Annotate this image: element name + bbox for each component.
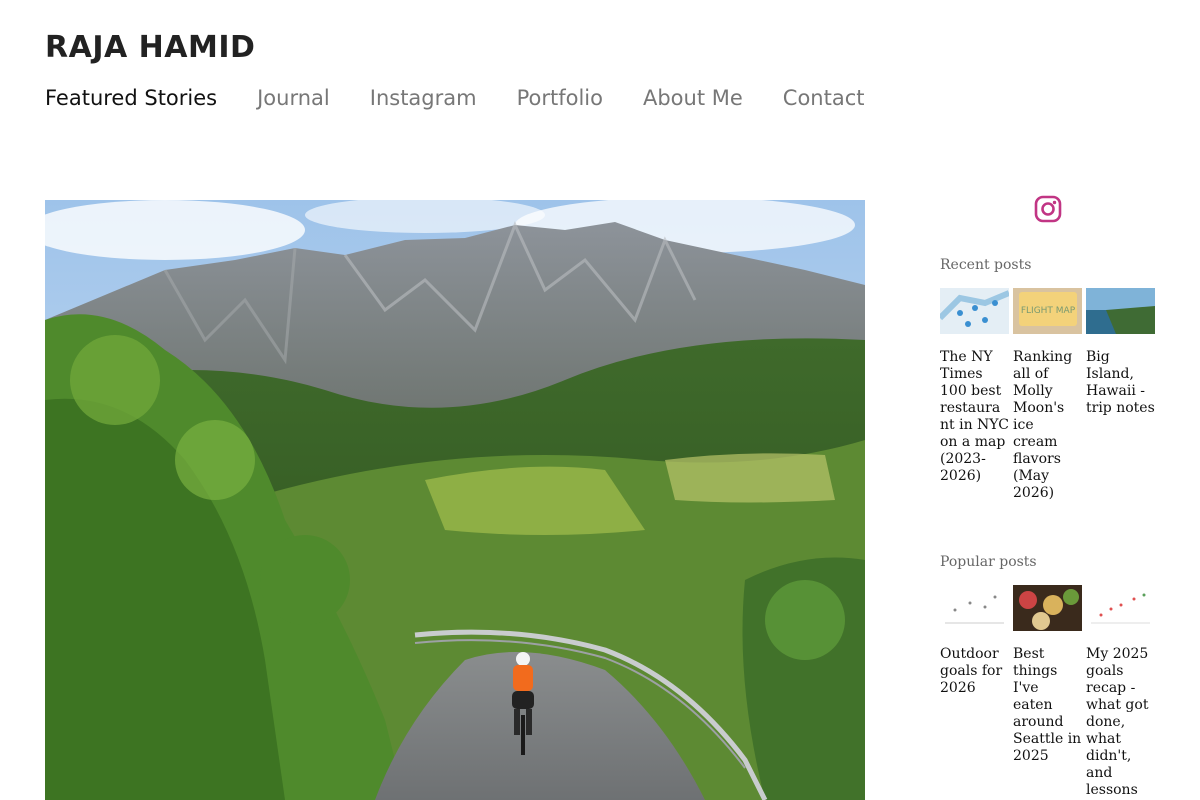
post-title[interactable]: Big Island, Hawaii - trip notes: [1086, 349, 1155, 417]
main-nav: Featured Stories Journal Instagram Portf…: [45, 86, 865, 110]
post-thumbnail[interactable]: [940, 288, 1009, 334]
site-title[interactable]: RAJA HAMID: [45, 30, 255, 65]
post-title[interactable]: Ranking all of Molly Moon's ice cream fl…: [1013, 349, 1082, 502]
post-thumbnail[interactable]: FLIGHT MAP: [1013, 288, 1082, 334]
popular-post-card[interactable]: Best things I've eaten around Seattle in…: [1013, 585, 1082, 799]
nav-journal[interactable]: Journal: [257, 86, 330, 110]
recent-post-card[interactable]: FLIGHT MAP Ranking all of Molly Moon's i…: [1013, 288, 1082, 502]
popular-post-card[interactable]: Outdoor goals for 2026: [940, 585, 1009, 799]
post-title[interactable]: Outdoor goals for 2026: [940, 646, 1009, 697]
post-thumbnail[interactable]: [1086, 585, 1155, 631]
popular-posts: Popular posts Outdoor goals for 2026 Bes…: [940, 554, 1160, 799]
svg-text:FLIGHT MAP: FLIGHT MAP: [1021, 306, 1076, 316]
popular-post-card[interactable]: My 2025 goals recap - what got done, wha…: [1086, 585, 1155, 799]
post-title[interactable]: My 2025 goals recap - what got done, wha…: [1086, 646, 1155, 799]
recent-post-card[interactable]: The NY Times 100 best restaurant in NYC …: [940, 288, 1009, 502]
post-title[interactable]: Best things I've eaten around Seattle in…: [1013, 646, 1082, 765]
post-thumbnail[interactable]: [940, 585, 1009, 631]
nav-about-me[interactable]: About Me: [643, 86, 743, 110]
hero-image[interactable]: [45, 200, 865, 800]
post-thumbnail[interactable]: [1013, 585, 1082, 631]
instagram-icon[interactable]: [1034, 195, 1062, 227]
nav-portfolio[interactable]: Portfolio: [517, 86, 603, 110]
popular-posts-heading: Popular posts: [940, 554, 1037, 570]
recent-posts: Recent posts The NY Times 100 best resta…: [940, 257, 1160, 502]
recent-posts-heading: Recent posts: [940, 257, 1032, 273]
nav-featured-stories[interactable]: Featured Stories: [45, 86, 217, 110]
post-thumbnail[interactable]: [1086, 288, 1155, 334]
sidebar: Recent posts The NY Times 100 best resta…: [940, 195, 1160, 799]
post-title[interactable]: The NY Times 100 best restaurant in NYC …: [940, 349, 1009, 485]
nav-contact[interactable]: Contact: [783, 86, 865, 110]
nav-instagram[interactable]: Instagram: [370, 86, 477, 110]
recent-post-card[interactable]: Big Island, Hawaii - trip notes: [1086, 288, 1155, 502]
